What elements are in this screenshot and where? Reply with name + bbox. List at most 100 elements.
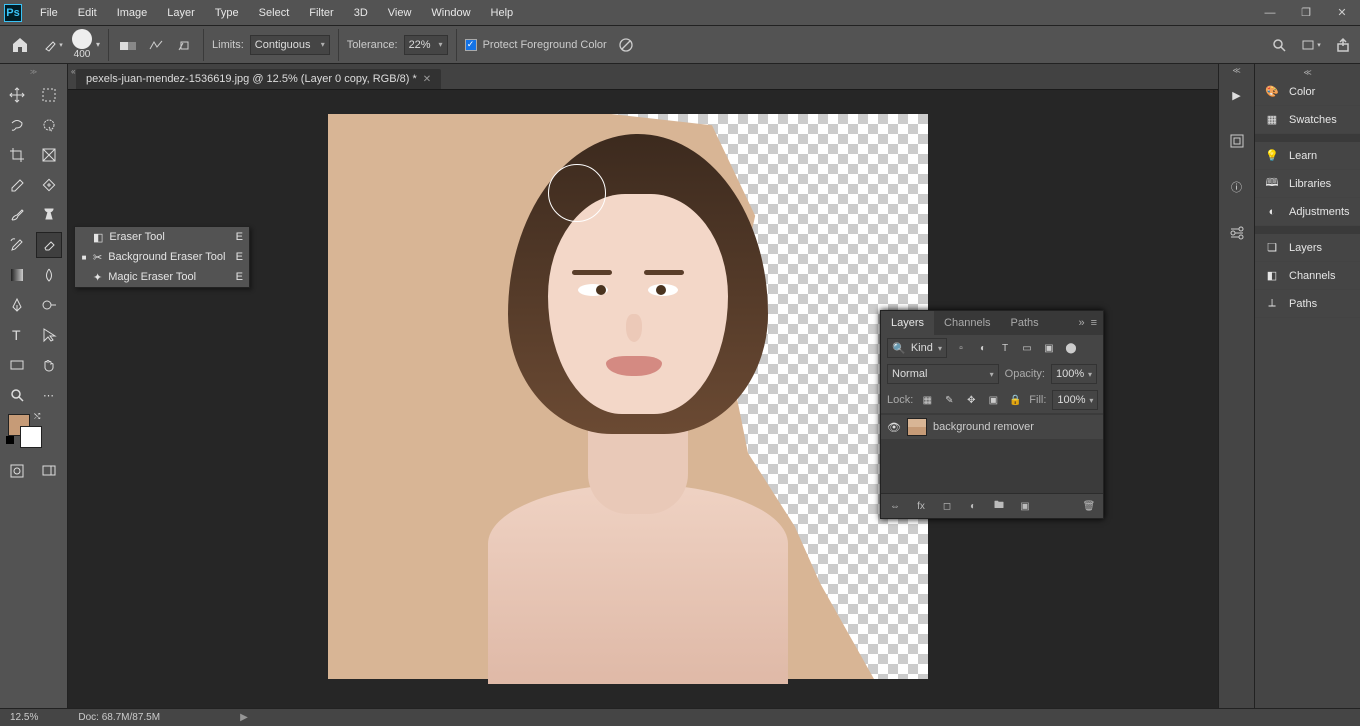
blend-mode-dropdown[interactable]: Normal▾ <box>887 364 999 384</box>
tolerance-input[interactable]: 22%▾ <box>404 35 448 55</box>
menu-help[interactable]: Help <box>481 3 524 23</box>
type-tool[interactable]: T <box>4 322 30 348</box>
filter-adjust-icon[interactable]: ◐ <box>975 340 991 356</box>
status-menu-arrow[interactable]: ▶ <box>240 712 248 723</box>
properties-icon[interactable] <box>1226 222 1248 244</box>
left-panel-expand-handle[interactable]: « <box>71 67 75 76</box>
sampling-swatch-icon[interactable] <box>173 34 195 56</box>
filter-smart-icon[interactable]: ▣ <box>1041 340 1057 356</box>
link-layers-icon[interactable]: ⇔ <box>887 498 903 514</box>
panel-menu-icon[interactable]: ≡ <box>1091 317 1097 329</box>
panel-color[interactable]: 🎨Color <box>1255 78 1360 106</box>
menu-image[interactable]: Image <box>107 3 158 23</box>
layer-row[interactable]: 👁 background remover <box>881 415 1103 439</box>
window-restore-button[interactable]: ❐ <box>1288 0 1324 26</box>
eraser-tool[interactable] <box>36 232 62 258</box>
layer-filter-kind[interactable]: 🔍 Kind▾ <box>887 338 947 358</box>
panel-libraries[interactable]: 🕮Libraries <box>1255 170 1360 198</box>
share-icon[interactable] <box>1332 34 1354 56</box>
panel-swatches[interactable]: ▦Swatches <box>1255 106 1360 134</box>
dock-expand-handle[interactable]: ≪ <box>1219 66 1254 75</box>
delete-layer-icon[interactable]: 🗑 <box>1081 498 1097 514</box>
panel-paths[interactable]: ⟂Paths <box>1255 290 1360 318</box>
menu-layer[interactable]: Layer <box>157 3 205 23</box>
window-minimize-button[interactable]: — <box>1252 0 1288 26</box>
layer-thumbnail[interactable] <box>907 418 927 436</box>
flyout-eraser-tool[interactable]: ◧ Eraser Tool E <box>75 227 249 247</box>
blur-tool[interactable] <box>36 262 62 288</box>
filter-pixel-icon[interactable]: ▫ <box>953 340 969 356</box>
layer-name[interactable]: background remover <box>933 421 1034 433</box>
clone-stamp-tool[interactable] <box>36 202 62 228</box>
healing-tool[interactable] <box>36 172 62 198</box>
protect-foreground-checkbox[interactable]: ✓ <box>465 39 477 51</box>
canvas[interactable] <box>328 114 928 679</box>
flyout-background-eraser-tool[interactable]: ■ ✂ Background Eraser Tool E <box>75 247 249 267</box>
sampling-once-icon[interactable] <box>145 34 167 56</box>
dodge-tool[interactable] <box>36 292 62 318</box>
history-icon[interactable] <box>1226 130 1248 152</box>
channels-tab[interactable]: Channels <box>934 311 1000 335</box>
move-tool[interactable] <box>4 82 30 108</box>
menu-filter[interactable]: Filter <box>299 3 343 23</box>
layer-mask-icon[interactable]: ◻ <box>939 498 955 514</box>
tool-preset-picker[interactable]: ▾ <box>42 34 64 56</box>
close-tab-icon[interactable]: ✕ <box>423 74 431 85</box>
default-colors-icon[interactable] <box>6 436 14 444</box>
menu-3d[interactable]: 3D <box>344 3 378 23</box>
layers-tab[interactable]: Layers <box>881 311 934 335</box>
adjustment-layer-icon[interactable]: ◐ <box>965 498 981 514</box>
layer-group-icon[interactable]: 🖿 <box>991 498 1007 514</box>
screen-mode-tool[interactable] <box>36 458 62 484</box>
document-tab[interactable]: pexels-juan-mendez-1536619.jpg @ 12.5% (… <box>76 69 441 89</box>
path-select-tool[interactable] <box>36 322 62 348</box>
home-button[interactable] <box>6 31 34 59</box>
limits-dropdown[interactable]: Contiguous▾ <box>250 35 330 55</box>
panel-learn[interactable]: 💡Learn <box>1255 142 1360 170</box>
right-dock-handle[interactable]: ≪ <box>1255 68 1360 78</box>
lock-all-icon[interactable]: 🔒 <box>1007 392 1023 408</box>
gradient-tool[interactable] <box>4 262 30 288</box>
panel-layers[interactable]: ❏Layers <box>1255 234 1360 262</box>
layer-fx-icon[interactable]: fx <box>913 498 929 514</box>
filter-toggle-icon[interactable]: ⬤ <box>1063 340 1079 356</box>
visibility-eye-icon[interactable]: 👁 <box>887 421 901 434</box>
flyout-magic-eraser-tool[interactable]: ✦ Magic Eraser Tool E <box>75 267 249 287</box>
opacity-input[interactable]: 100%▾ <box>1051 364 1097 384</box>
frame-tool[interactable] <box>36 142 62 168</box>
brush-tool[interactable] <box>4 202 30 228</box>
lock-pixels-icon[interactable]: ✎ <box>941 392 957 408</box>
lasso-tool[interactable] <box>4 112 30 138</box>
zoom-tool[interactable] <box>4 382 30 408</box>
status-doc-size[interactable]: Doc: 68.7M/87.5M <box>78 712 160 723</box>
panel-adjustments[interactable]: ◐Adjustments <box>1255 198 1360 226</box>
filter-type-icon[interactable]: T <box>997 340 1013 356</box>
collapse-panel-icon[interactable]: » <box>1078 317 1084 329</box>
hand-tool[interactable] <box>36 352 62 378</box>
menu-select[interactable]: Select <box>249 3 300 23</box>
lock-position-icon[interactable]: ✥ <box>963 392 979 408</box>
menu-window[interactable]: Window <box>421 3 480 23</box>
info-icon[interactable]: ⓘ <box>1226 176 1248 198</box>
paths-tab[interactable]: Paths <box>1001 311 1049 335</box>
workspace-switcher[interactable]: ▾ <box>1300 34 1322 56</box>
toolbox-expand-handle[interactable]: ≫ <box>0 68 67 78</box>
filter-shape-icon[interactable]: ▭ <box>1019 340 1035 356</box>
rectangle-tool[interactable] <box>4 352 30 378</box>
history-brush-tool[interactable] <box>4 232 30 258</box>
search-icon[interactable] <box>1268 34 1290 56</box>
window-close-button[interactable]: ✕ <box>1324 0 1360 26</box>
play-actions-icon[interactable]: ▶ <box>1226 84 1248 106</box>
pen-tool[interactable] <box>4 292 30 318</box>
sampling-continuous-icon[interactable] <box>117 34 139 56</box>
edit-toolbar-button[interactable]: ⋯ <box>36 382 62 408</box>
crop-tool[interactable] <box>4 142 30 168</box>
status-zoom[interactable]: 12.5% <box>10 712 38 723</box>
panel-channels[interactable]: ◧Channels <box>1255 262 1360 290</box>
background-color-swatch[interactable] <box>20 426 42 448</box>
color-swatches[interactable]: ⤭ <box>0 412 67 454</box>
menu-file[interactable]: File <box>30 3 68 23</box>
quick-select-tool[interactable] <box>36 112 62 138</box>
quick-mask-tool[interactable] <box>4 458 30 484</box>
menu-type[interactable]: Type <box>205 3 249 23</box>
